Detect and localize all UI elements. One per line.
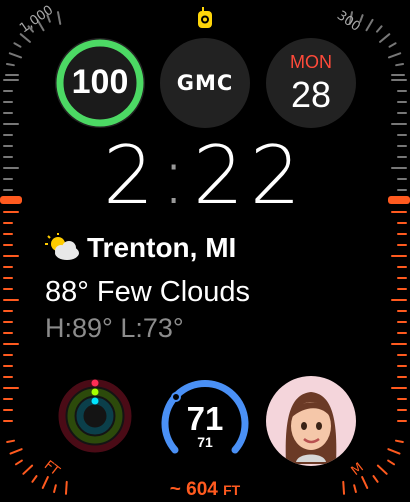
elevation-readout: ~ 604 FT — [0, 479, 410, 501]
temperature-current: 71 — [186, 400, 224, 437]
bezel-tick — [395, 62, 405, 67]
time-minutes: 22 — [193, 129, 307, 222]
altitude-marker-right — [388, 196, 410, 204]
memoji-avatar[interactable] — [266, 376, 356, 466]
gmc-complication[interactable]: GMC — [160, 38, 250, 128]
time-hours: 2 — [103, 129, 161, 222]
elevation-value: 604 — [186, 479, 218, 500]
bezel-tick — [376, 25, 383, 33]
bezel-tick — [14, 459, 23, 466]
time-colon: : — [160, 129, 194, 222]
bezel-tick — [376, 464, 388, 475]
activity-rings-icon[interactable] — [55, 376, 135, 456]
temperature-sub: 71 — [197, 434, 213, 450]
bezel-tick — [57, 11, 62, 25]
bezel-tick — [6, 439, 16, 443]
altitude-marker-left — [0, 196, 22, 204]
calendar-weekday: MON — [290, 52, 332, 72]
bezel-tick — [8, 52, 23, 59]
bezel-tick — [387, 459, 396, 466]
bezel-tick — [13, 42, 22, 48]
temperature-gauge-complication[interactable]: 71 71 — [159, 374, 251, 460]
ring-gauge-value: 100 — [71, 63, 129, 101]
calendar-complication[interactable]: MON 28 — [266, 38, 356, 128]
elevation-prefix: ~ — [169, 479, 181, 500]
bezel-tick — [387, 448, 401, 455]
bezel-tick — [394, 439, 404, 443]
ring-gauge-complication[interactable]: 100 — [55, 38, 145, 128]
bezel-tick — [22, 464, 34, 475]
weather-hi-lo: H:89° L:73° — [45, 313, 184, 343]
weather-condition: 88° Few Clouds — [45, 276, 251, 308]
bezel-tick — [388, 42, 397, 48]
weather-location[interactable]: Trenton, MI — [45, 232, 236, 264]
weather-location-name: Trenton, MI — [87, 232, 237, 263]
time-display: 2:22 — [60, 136, 350, 216]
calendar-day: 28 — [290, 74, 332, 115]
elevation-unit: FT — [223, 482, 241, 498]
gmc-logo: GMC — [176, 71, 234, 95]
bezel-tick — [387, 52, 402, 59]
bezel-tick — [365, 18, 374, 32]
memoji-face-icon — [285, 392, 337, 464]
walkie-talkie-icon[interactable] — [196, 7, 214, 29]
partly-cloudy-icon — [45, 232, 79, 260]
bezel-tick — [5, 62, 15, 67]
bezel-tick — [379, 33, 391, 43]
bezel-tick — [9, 448, 23, 455]
